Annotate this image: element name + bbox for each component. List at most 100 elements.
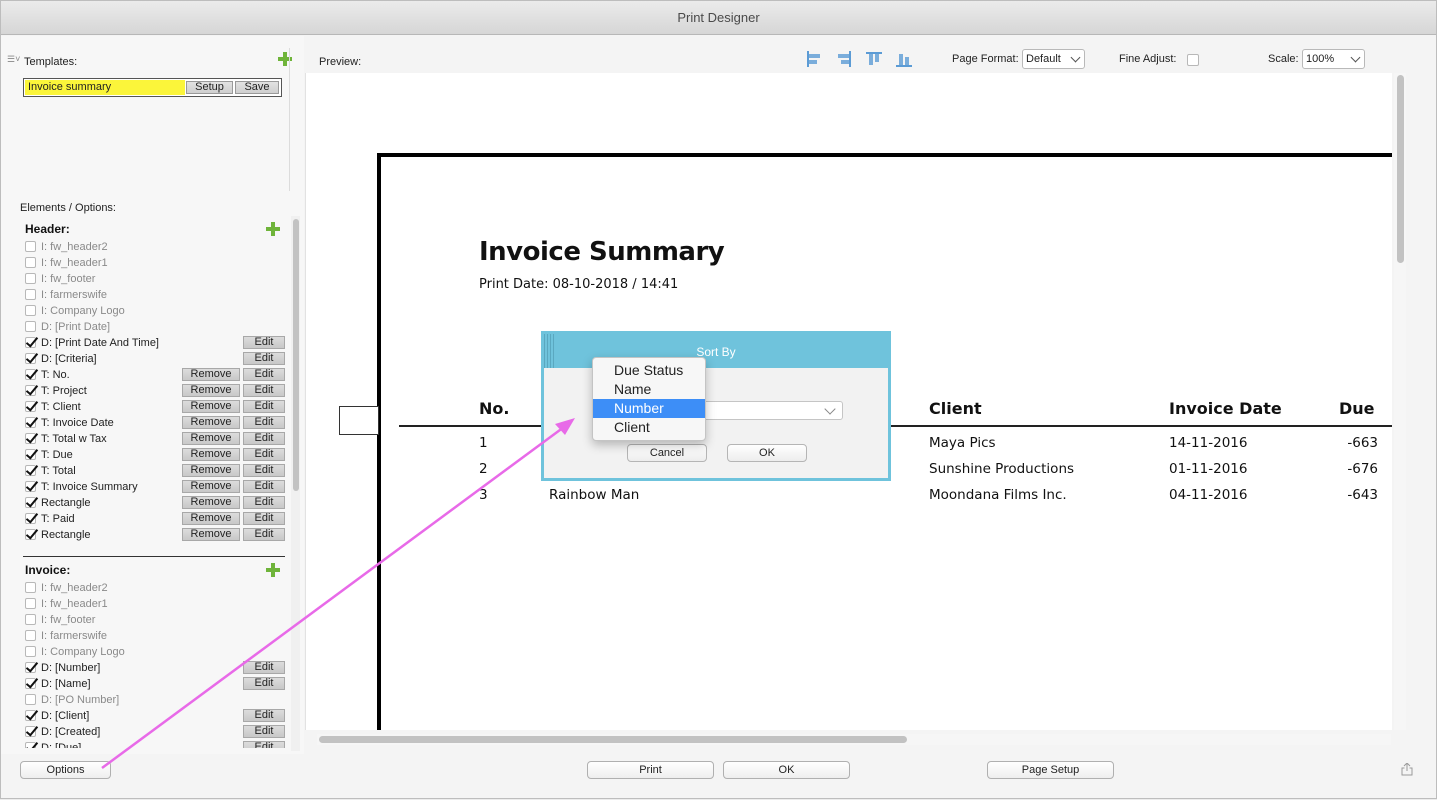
print-button[interactable]: Print — [587, 761, 714, 779]
share-icon[interactable] — [1401, 763, 1413, 776]
element-remove-button[interactable]: Remove — [182, 368, 240, 381]
elements-scrollbar-thumb[interactable] — [293, 219, 299, 491]
element-edit-button[interactable]: Edit — [243, 480, 285, 493]
element-checkbox[interactable] — [25, 241, 36, 252]
sort-option[interactable]: Due Status — [593, 361, 705, 380]
element-checkbox[interactable] — [25, 710, 36, 721]
element-checkbox[interactable] — [25, 582, 36, 593]
element-checkbox[interactable] — [25, 273, 36, 284]
page-setup-button[interactable]: Page Setup — [987, 761, 1114, 779]
element-edit-button[interactable]: Edit — [243, 464, 285, 477]
panel-menu-icon[interactable]: ☰˅ — [7, 55, 21, 65]
element-edit-button[interactable]: Edit — [243, 677, 285, 690]
element-edit-button[interactable]: Edit — [243, 528, 285, 541]
window-title: Print Designer — [677, 10, 760, 25]
preview-canvas[interactable]: Invoice Summary Print Date: 08-10-2018 /… — [305, 73, 1392, 730]
element-checkbox[interactable] — [25, 513, 36, 524]
element-checkbox[interactable] — [25, 529, 36, 540]
template-item-selected[interactable]: Invoice summary — [25, 80, 185, 95]
element-checkbox[interactable] — [25, 662, 36, 673]
elements-list[interactable]: Header: I: fw_header2 I: fw_header1 I: fw_… — [23, 222, 285, 748]
element-remove-button[interactable]: Remove — [182, 496, 240, 509]
add-header-element-plus-icon[interactable] — [266, 222, 280, 236]
element-checkbox[interactable] — [25, 257, 36, 268]
ok-button[interactable]: OK — [723, 761, 850, 779]
page-format-select[interactable]: Default — [1022, 49, 1085, 69]
element-checkbox[interactable] — [25, 385, 36, 396]
element-checkbox[interactable] — [25, 678, 36, 689]
element-remove-button[interactable]: Remove — [182, 448, 240, 461]
sort-cancel-button[interactable]: Cancel — [627, 444, 707, 462]
element-edit-button[interactable]: Edit — [243, 709, 285, 722]
element-remove-button[interactable]: Remove — [182, 512, 240, 525]
preview-horizontal-scrollbar-thumb[interactable] — [319, 736, 907, 743]
element-checkbox[interactable] — [25, 497, 36, 508]
element-edit-button[interactable]: Edit — [243, 416, 285, 429]
document-title[interactable]: Invoice Summary — [479, 237, 725, 267]
element-checkbox[interactable] — [25, 417, 36, 428]
column-header-no[interactable]: No. — [479, 399, 509, 418]
element-checkbox[interactable] — [25, 481, 36, 492]
align-bottom-icon[interactable] — [896, 51, 912, 67]
element-checkbox[interactable] — [25, 465, 36, 476]
align-top-icon[interactable] — [866, 51, 882, 67]
dialog-grip-icon[interactable] — [544, 334, 554, 368]
fine-adjust-checkbox[interactable] — [1187, 54, 1199, 66]
element-label: I: fw_header2 — [41, 241, 108, 253]
element-edit-button[interactable]: Edit — [243, 368, 285, 381]
element-edit-button[interactable]: Edit — [243, 741, 285, 748]
element-checkbox[interactable] — [25, 369, 36, 380]
sort-option[interactable]: Name — [593, 380, 705, 399]
rectangle-element[interactable] — [339, 406, 379, 435]
element-checkbox[interactable] — [25, 289, 36, 300]
element-remove-button[interactable]: Remove — [182, 400, 240, 413]
element-checkbox[interactable] — [25, 694, 36, 705]
element-edit-button[interactable]: Edit — [243, 661, 285, 674]
sort-ok-button[interactable]: OK — [727, 444, 807, 462]
element-edit-button[interactable]: Edit — [243, 352, 285, 365]
element-checkbox[interactable] — [25, 401, 36, 412]
element-checkbox[interactable] — [25, 614, 36, 625]
sort-option[interactable]: Number — [593, 399, 705, 418]
element-checkbox[interactable] — [25, 598, 36, 609]
element-edit-button[interactable]: Edit — [243, 512, 285, 525]
element-remove-button[interactable]: Remove — [182, 480, 240, 493]
add-invoice-element-plus-icon[interactable] — [266, 563, 280, 577]
column-header-invoice-date[interactable]: Invoice Date — [1169, 399, 1282, 418]
scale-select[interactable]: 100% — [1302, 49, 1365, 69]
element-remove-button[interactable]: Remove — [182, 416, 240, 429]
element-checkbox[interactable] — [25, 433, 36, 444]
element-edit-button[interactable]: Edit — [243, 432, 285, 445]
element-remove-button[interactable]: Remove — [182, 464, 240, 477]
element-checkbox[interactable] — [25, 353, 36, 364]
element-edit-button[interactable]: Edit — [243, 496, 285, 509]
preview-vertical-scrollbar-thumb[interactable] — [1397, 75, 1404, 263]
element-checkbox[interactable] — [25, 449, 36, 460]
options-button[interactable]: Options — [20, 761, 111, 779]
element-edit-button[interactable]: Edit — [243, 448, 285, 461]
element-checkbox[interactable] — [25, 321, 36, 332]
element-checkbox[interactable] — [25, 305, 36, 316]
element-edit-button[interactable]: Edit — [243, 336, 285, 349]
element-edit-button[interactable]: Edit — [243, 384, 285, 397]
element-edit-button[interactable]: Edit — [243, 725, 285, 738]
element-edit-button[interactable]: Edit — [243, 400, 285, 413]
element-checkbox[interactable] — [25, 630, 36, 641]
template-save-button[interactable]: Save — [235, 81, 279, 94]
element-remove-button[interactable]: Remove — [182, 528, 240, 541]
element-checkbox[interactable] — [25, 726, 36, 737]
element-checkbox[interactable] — [25, 337, 36, 348]
element-checkbox[interactable] — [25, 742, 36, 748]
template-setup-button[interactable]: Setup — [186, 81, 233, 94]
element-remove-button[interactable]: Remove — [182, 432, 240, 445]
element-checkbox[interactable] — [25, 646, 36, 657]
element-row: T: Total w Tax Remove Edit — [25, 432, 285, 447]
document-print-date[interactable]: Print Date: 08-10-2018 / 14:41 — [479, 277, 678, 292]
align-left-icon[interactable] — [806, 51, 822, 67]
element-label: T: Invoice Date — [41, 417, 114, 429]
column-header-client[interactable]: Client — [929, 399, 982, 418]
column-header-due[interactable]: Due — [1339, 399, 1375, 418]
element-remove-button[interactable]: Remove — [182, 384, 240, 397]
sort-option[interactable]: Client — [593, 418, 705, 437]
align-right-icon[interactable] — [836, 51, 852, 67]
